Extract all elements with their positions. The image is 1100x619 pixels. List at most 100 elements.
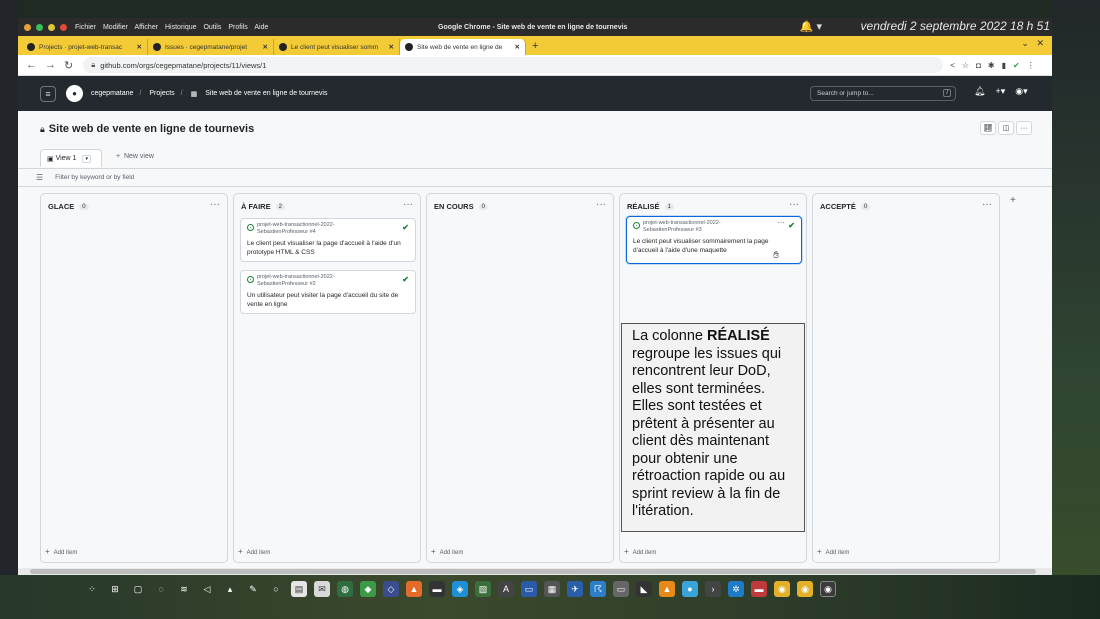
- column-more-icon[interactable]: ···: [596, 199, 606, 210]
- add-item-button[interactable]: + Add item: [45, 547, 77, 556]
- card-title[interactable]: Le client peut visualiser sommairement l…: [633, 237, 795, 255]
- vlc-icon[interactable]: ▲: [659, 581, 675, 597]
- calculator-icon[interactable]: ▦: [544, 581, 560, 597]
- chevron-down-icon[interactable]: ⌄: [1021, 38, 1029, 48]
- files-icon[interactable]: ▤: [291, 581, 307, 597]
- monitor-icon[interactable]: ▭: [521, 581, 537, 597]
- column-more-icon[interactable]: ···: [403, 199, 413, 210]
- card-more-icon[interactable]: ···: [777, 218, 785, 227]
- chrome-icon[interactable]: ◉: [797, 581, 813, 597]
- close-icon[interactable]: ✕: [137, 43, 142, 51]
- horizontal-scrollbar[interactable]: [18, 568, 1052, 575]
- chrome-active-icon[interactable]: ◉: [820, 581, 836, 597]
- menu-item[interactable]: Fichier: [75, 24, 96, 31]
- add-item-button[interactable]: + Add item: [431, 547, 463, 556]
- side-panel-icon[interactable]: ◫: [998, 121, 1014, 135]
- close-window-icon[interactable]: ✕: [1036, 38, 1044, 48]
- forward-arrow-icon[interactable]: →: [45, 59, 56, 71]
- menu-item[interactable]: Modifier: [103, 24, 128, 31]
- browser-tab[interactable]: Le client peut visualiser somm ✕: [274, 39, 400, 55]
- back-arrow-icon[interactable]: ←: [26, 59, 37, 71]
- check-extension-icon[interactable]: ✔: [1013, 61, 1020, 70]
- android-studio-icon[interactable]: ✈: [567, 581, 583, 597]
- breadcrumb-org[interactable]: cegepmatane: [91, 90, 133, 97]
- chart-app-icon[interactable]: ☈: [590, 581, 606, 597]
- card-repo-text[interactable]: projet-web-transactionnel-2022-Sebastien…: [643, 220, 758, 234]
- share-icon[interactable]: <: [950, 61, 955, 70]
- card-title[interactable]: Le client peut visualiser la page d'accu…: [247, 239, 409, 257]
- tab-view-1[interactable]: ▣ View 1 ▾: [40, 149, 102, 167]
- volume-icon[interactable]: ◁: [199, 581, 215, 597]
- create-plus-icon[interactable]: +▾: [995, 86, 1005, 97]
- arrow-up-icon[interactable]: ▴: [222, 581, 238, 597]
- window-close-button[interactable]: [60, 23, 67, 31]
- add-item-button[interactable]: + Add item: [624, 547, 656, 556]
- kebab-menu-icon[interactable]: ⋮: [1027, 61, 1035, 70]
- camera-icon[interactable]: ◘: [976, 61, 981, 70]
- bell-icon[interactable]: 🔔: [800, 21, 814, 33]
- browser-tab[interactable]: Issues · cegepmatane/projet ✕: [148, 39, 274, 55]
- chrome-icon[interactable]: ◉: [774, 581, 790, 597]
- arrow-right-icon[interactable]: ›: [705, 581, 721, 597]
- network-icon[interactable]: ◌: [153, 581, 169, 597]
- box-icon[interactable]: ◇: [383, 581, 399, 597]
- chrome-icon[interactable]: [24, 23, 31, 31]
- menu-item[interactable]: Afficher: [134, 24, 158, 31]
- settings-gear-icon[interactable]: ✲: [728, 581, 744, 597]
- card-title[interactable]: Un utilisateur peut visiter la page d'ac…: [247, 291, 409, 309]
- android-icon[interactable]: ◆: [360, 581, 376, 597]
- more-options-icon[interactable]: ···: [1016, 121, 1032, 135]
- menu-item[interactable]: Historique: [165, 24, 197, 31]
- column-more-icon[interactable]: ···: [210, 199, 220, 210]
- close-icon[interactable]: ✕: [263, 43, 268, 51]
- chat-icon[interactable]: ●: [682, 581, 698, 597]
- globe-icon[interactable]: ◍: [337, 581, 353, 597]
- mail-icon[interactable]: ✉: [314, 581, 330, 597]
- wifi-icon[interactable]: ≋: [176, 581, 192, 597]
- insights-chart-icon[interactable]: 📈︎: [980, 121, 996, 135]
- add-item-button[interactable]: + Add item: [817, 547, 849, 556]
- browser-tab[interactable]: Projects · projet-web-transac ✕: [22, 39, 148, 55]
- sidepanel-icon[interactable]: ▮: [1002, 61, 1006, 70]
- image-icon[interactable]: ▧: [475, 581, 491, 597]
- inkscape-icon[interactable]: ◣: [636, 581, 652, 597]
- menu-item[interactable]: Outils: [203, 24, 221, 31]
- browser-tab-active[interactable]: Site web de vente en ligne de ✕: [400, 39, 526, 55]
- app-launcher-icon[interactable]: ⁘: [84, 581, 100, 597]
- vscode-icon[interactable]: ◈: [452, 581, 468, 597]
- avatar[interactable]: ◉▾: [1015, 86, 1027, 97]
- window-maximize-button[interactable]: [36, 23, 43, 31]
- extensions-icon[interactable]: ✱: [988, 61, 995, 70]
- window-minimize-button[interactable]: [48, 23, 55, 31]
- circle-icon[interactable]: ○: [268, 581, 284, 597]
- terminal-icon[interactable]: ▬: [429, 581, 445, 597]
- desktop-icon[interactable]: ▢: [130, 581, 146, 597]
- issue-card[interactable]: projet-web-transactionnel-2022-Sebastien…: [240, 270, 416, 314]
- close-icon[interactable]: ✕: [389, 43, 394, 51]
- cassette-icon[interactable]: ▭: [613, 581, 629, 597]
- star-icon[interactable]: ☆: [962, 61, 969, 70]
- font-icon[interactable]: A: [498, 581, 514, 597]
- add-item-button[interactable]: + Add item: [238, 547, 270, 556]
- wifi-icon[interactable]: ▾: [816, 21, 822, 33]
- folder-icon[interactable]: ▬: [751, 581, 767, 597]
- scrollbar-thumb[interactable]: [30, 569, 1036, 574]
- card-repo-text[interactable]: projet-web-transactionnel-2022-Sebastien…: [257, 222, 372, 236]
- card-repo-text[interactable]: projet-web-transactionnel-2022-Sebastien…: [257, 274, 372, 288]
- notification-bell-icon[interactable]: 🔔︎: [974, 86, 985, 97]
- menu-item[interactable]: Profils: [228, 24, 247, 31]
- gitlab-icon[interactable]: ▲: [406, 581, 422, 597]
- add-column-button[interactable]: +: [1010, 195, 1016, 206]
- issue-card[interactable]: projet-web-transactionnel-2022-Sebastien…: [240, 218, 416, 262]
- column-more-icon[interactable]: ···: [982, 199, 992, 210]
- search-input[interactable]: Search or jump to... /: [810, 86, 956, 101]
- url-field[interactable]: 🔒︎ github.com/orgs/cegepmatane/projects/…: [83, 57, 944, 73]
- chevron-down-icon[interactable]: ▾: [82, 154, 91, 163]
- new-view-button[interactable]: + New view: [116, 153, 154, 160]
- reload-icon[interactable]: ↻: [64, 59, 73, 72]
- menu-item[interactable]: Aide: [254, 24, 268, 31]
- grid-apps-icon[interactable]: ⊞: [107, 581, 123, 597]
- close-icon[interactable]: ✕: [515, 43, 520, 51]
- pen-icon[interactable]: ✎: [245, 581, 261, 597]
- hamburger-menu-icon[interactable]: ≡: [40, 85, 56, 102]
